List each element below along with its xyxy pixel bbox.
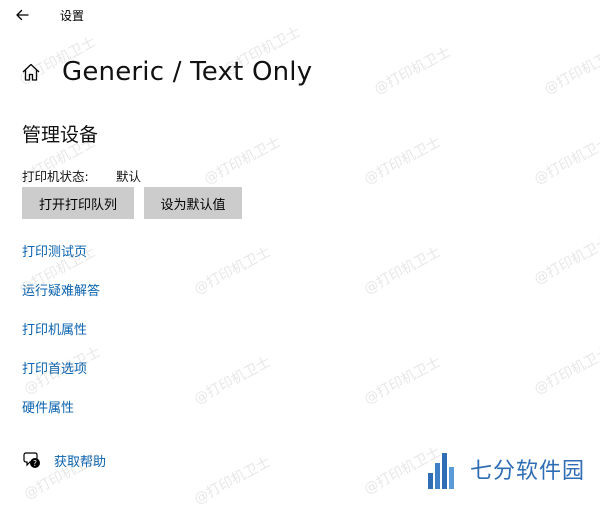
watermark: @打印机卫士 [541, 44, 600, 98]
set-default-button[interactable]: 设为默认值 [144, 187, 242, 219]
home-icon[interactable] [20, 61, 42, 83]
watermark: @打印机卫士 [531, 134, 600, 188]
watermark: @打印机卫士 [201, 134, 284, 188]
watermark: @打印机卫士 [361, 134, 444, 188]
watermark: @打印机卫士 [371, 44, 454, 98]
watermark: @打印机卫士 [361, 244, 444, 298]
page-title: Generic / Text Only [62, 57, 313, 87]
printer-status-row: 打印机状态: 默认 [22, 166, 141, 185]
page-header: Generic / Text Only [20, 52, 312, 92]
site-name: 七分软件园 [470, 459, 586, 484]
back-button[interactable] [12, 4, 34, 26]
print-test-page-link[interactable]: 打印测试页 [22, 241, 87, 260]
back-arrow-icon [16, 9, 29, 21]
get-help-link[interactable]: ? 获取帮助 [22, 450, 106, 470]
hardware-properties-link[interactable]: 硬件属性 [22, 397, 74, 416]
printer-status-label: 打印机状态: [22, 169, 89, 184]
open-print-queue-button[interactable]: 打开打印队列 [22, 187, 134, 219]
printing-preferences-link[interactable]: 打印首选项 [22, 358, 87, 377]
run-troubleshooter-link[interactable]: 运行疑难解答 [22, 280, 100, 299]
title-bar: 设置 [0, 0, 600, 30]
watermark: @打印机卫士 [361, 354, 444, 408]
watermark: @打印机卫士 [531, 234, 600, 288]
window-title: 设置 [60, 9, 85, 23]
watermark: @打印机卫士 [531, 344, 600, 398]
site-logo-icon [428, 453, 454, 489]
printer-properties-link[interactable]: 打印机属性 [22, 319, 87, 338]
printer-status-value: 默认 [116, 169, 142, 184]
section-title: 管理设备 [22, 124, 99, 146]
get-help-label: 获取帮助 [54, 454, 107, 470]
watermark: @打印机卫士 [191, 244, 274, 298]
site-badge: 七分软件园 [424, 445, 585, 493]
watermark: @打印机卫士 [191, 354, 274, 408]
svg-text:?: ? [33, 459, 37, 468]
help-chat-icon: ? [23, 452, 40, 468]
